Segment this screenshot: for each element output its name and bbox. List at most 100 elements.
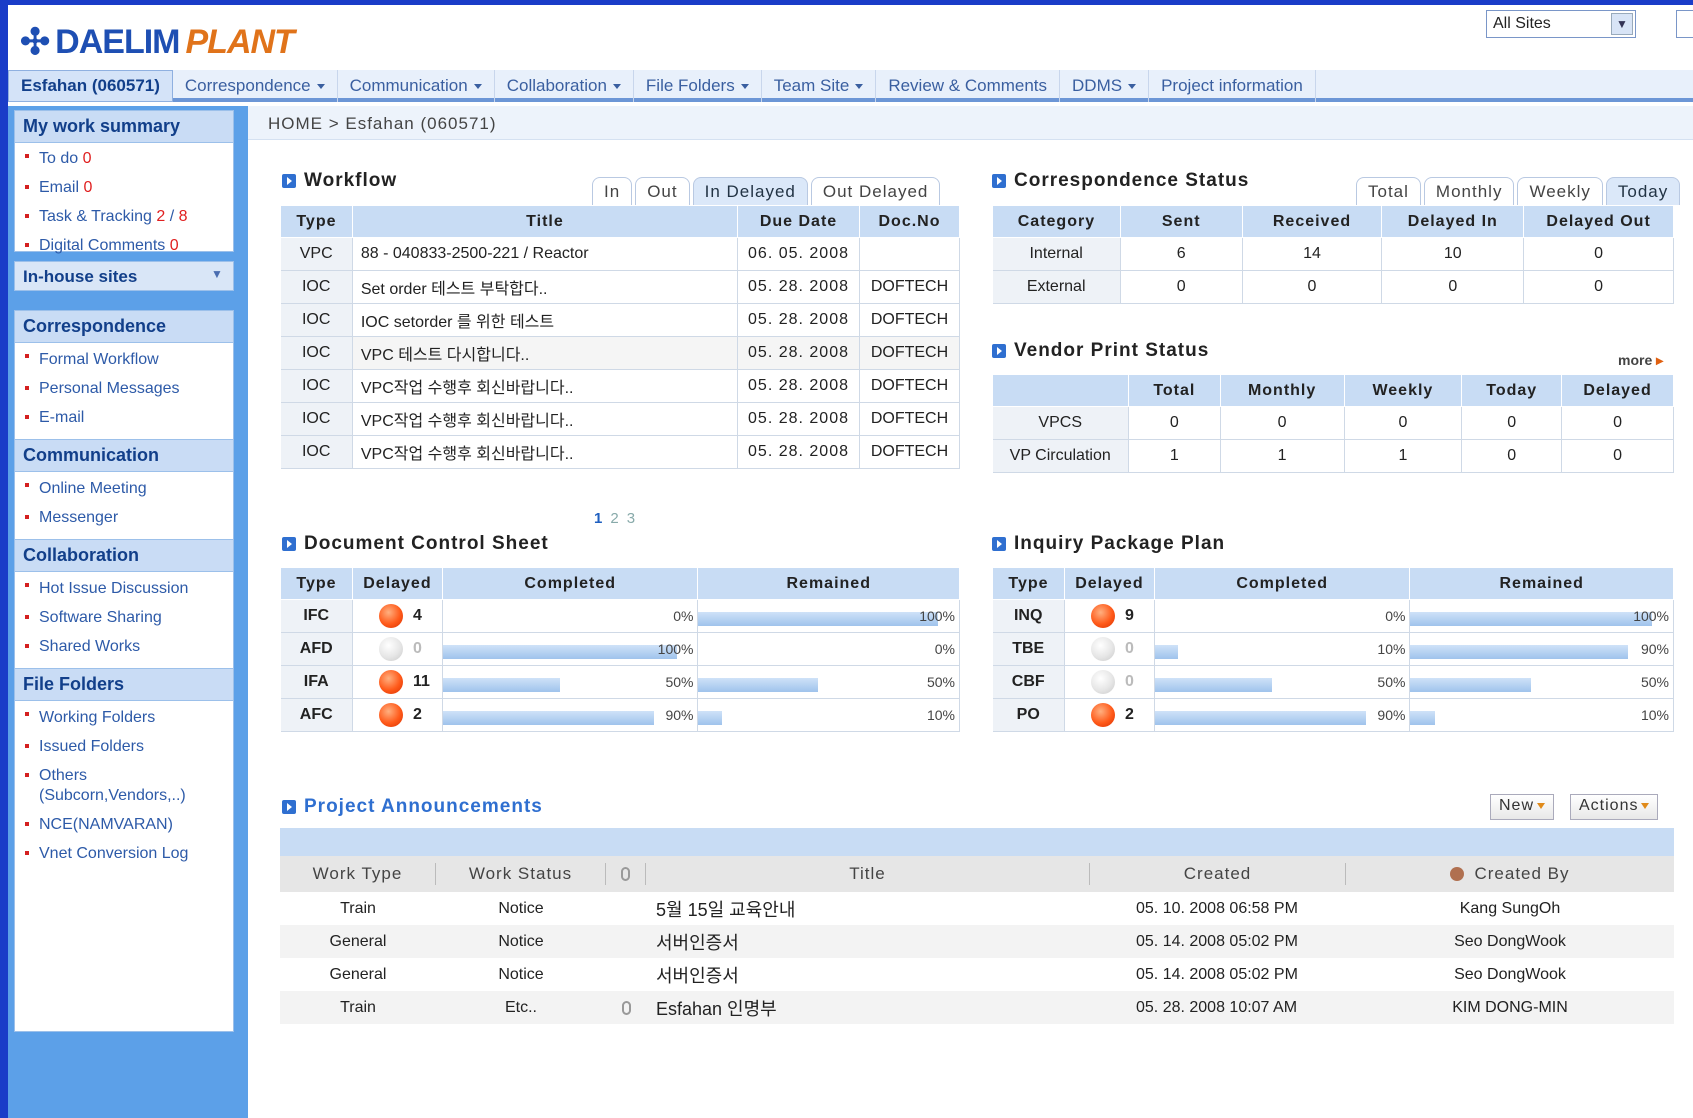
announcement-row[interactable]: Train Etc.. Esfahan 인명부 05. 28. 2008 10:07 … [280,991,1674,1024]
sidebar-item[interactable]: Formal Workflow [15,343,233,375]
table-row[interactable]: AFC 2 90% 10% [280,698,960,732]
todo-link[interactable]: To do 0 [15,143,233,174]
vendor-status-cell[interactable]: 0 [1561,439,1674,473]
ann-title[interactable]: 서버인증서 [646,925,1090,958]
tab-today[interactable]: Today [1605,177,1681,205]
topnav-tab-4[interactable]: File Folders [634,70,762,102]
attachment-icon[interactable] [621,1000,631,1015]
inhouse-sites-select[interactable]: In-house sites ▼ [14,261,234,291]
tab-out-delayed[interactable]: Out Delayed [810,177,941,205]
workflow-cell[interactable]: VPC작업 수행후 회신바랍니다.. [352,402,739,436]
topnav-tab-3[interactable]: Collaboration [495,70,634,102]
corr-status-cell[interactable]: 6 [1120,237,1243,271]
more-link[interactable]: more ▸ [1618,352,1663,369]
table-row[interactable]: IOC VPC작업 수행후 회신바랍니다.. 05. 28. 2008 DOFTECH [280,369,960,403]
vendor-status-cell[interactable]: 0 [1128,406,1221,440]
task-tracking-link[interactable]: Task & Tracking 2 / 8 [15,203,233,232]
logo[interactable]: ✣ DAELIM PLANT [20,21,295,63]
topnav-tab-1[interactable]: Correspondence [173,70,338,102]
sidebar-section-correspondence[interactable]: Correspondence [15,311,233,343]
chevron-down-icon[interactable]: ▼ [207,267,227,285]
vendor-status-cell[interactable]: 0 [1461,439,1563,473]
site-select[interactable]: All Sites ▼ [1486,10,1636,38]
tab-monthly[interactable]: Monthly [1423,177,1515,205]
tab-out[interactable]: Out [635,177,690,205]
actions-button[interactable]: Actions [1570,794,1659,820]
tab-weekly[interactable]: Weekly [1517,177,1603,205]
table-row[interactable]: IFA 11 50% 50% [280,665,960,699]
workflow-cell[interactable]: 88 - 040833-2500-221 / Reactor [352,237,739,271]
page-link[interactable]: 3 [627,510,635,527]
sidebar-item[interactable]: Shared Works [15,633,233,662]
table-row[interactable]: AFD 0 100% 0% [280,632,960,666]
table-row[interactable]: IFC 4 0% 100% [280,599,960,633]
page-link[interactable]: 1 [594,510,602,527]
workflow-cell[interactable]: VPC 테스트 다시합니다.. [352,336,739,370]
corr-status-cell[interactable]: 0 [1242,270,1383,304]
table-row[interactable]: INQ 9 0% 100% [992,599,1674,633]
table-row[interactable]: IOC Set order 테스트 부탁합다.. 05. 28. 2008 DOFTE… [280,270,960,304]
sidebar-item[interactable]: Hot Issue Discussion [15,572,233,604]
vendor-status-cell[interactable]: 0 [1461,406,1563,440]
sidebar-item[interactable]: E-mail [15,404,233,433]
table-row[interactable]: IOC VPC작업 수행후 회신바랍니다.. 05. 28. 2008 DOFTECH [280,435,960,469]
sidebar-item[interactable]: Messenger [15,504,233,533]
table-row[interactable]: IOC VPC 테스트 다시합니다.. 05. 28. 2008 DOFTECH [280,336,960,370]
sidebar-item[interactable]: Software Sharing [15,604,233,633]
announcement-row[interactable]: Train Notice 5월 15일 교육안내 05. 10. 2008 06:58… [280,892,1674,925]
table-row[interactable]: TBE 0 10% 90% [992,632,1674,666]
table-row[interactable]: CBF 0 50% 50% [992,665,1674,699]
table-row[interactable]: PO 2 90% 10% [992,698,1674,732]
vendor-status-cell[interactable]: 0 [1344,406,1463,440]
topnav-tab-7[interactable]: DDMS [1060,70,1150,102]
vendor-status-cell[interactable]: 1 [1220,439,1345,473]
digital-comments-link[interactable]: Digital Comments 0 [15,232,233,261]
workflow-cell[interactable]: IOC setorder 를 위한 테스트 [352,303,739,337]
topnav-tab-8[interactable]: Project information [1149,70,1316,102]
corr-status-cell[interactable]: 0 [1523,237,1674,271]
sidebar-item[interactable]: Working Folders [15,701,233,733]
page-link[interactable]: 2 [610,510,618,527]
workflow-cell[interactable]: VPC작업 수행후 회신바랍니다.. [352,435,739,469]
topnav-tab-2[interactable]: Communication [338,70,495,102]
ann-title[interactable]: Esfahan 인명부 [646,991,1090,1024]
corr-status-cell[interactable]: 0 [1120,270,1243,304]
corr-status-cell[interactable]: 14 [1242,237,1383,271]
ann-title[interactable]: 서버인증서 [646,958,1090,991]
sidebar-item[interactable]: Others (Subcorn,Vendors,..) [15,762,233,811]
vendor-status-cell[interactable]: 0 [1220,406,1345,440]
new-button[interactable]: New [1490,794,1555,820]
sidebar-item[interactable]: Online Meeting [15,472,233,504]
corr-status-cell[interactable]: 10 [1381,237,1525,271]
email-link[interactable]: Email 0 [15,174,233,203]
announcement-row[interactable]: General Notice 서버인증서 05. 14. 2008 05:02 PM S… [280,925,1674,958]
tab-in[interactable]: In [592,177,633,205]
sidebar-section-communication[interactable]: Communication [15,439,233,472]
workflow-cell[interactable]: Set order 테스트 부탁합다.. [352,270,739,304]
tab-total[interactable]: Total [1356,177,1421,205]
vendor-status-cell[interactable]: 0 [1561,406,1674,440]
sidebar-section-collaboration[interactable]: Collaboration [15,539,233,572]
topnav-tab-5[interactable]: Team Site [762,70,877,102]
vendor-status-cell[interactable]: 1 [1128,439,1221,473]
search-field[interactable] [1676,10,1693,38]
announcement-row[interactable]: General Notice 서버인증서 05. 14. 2008 05:02 PM S… [280,958,1674,991]
sidebar-item[interactable]: Vnet Conversion Log [15,840,233,869]
table-row[interactable]: IOC VPC작업 수행후 회신바랍니다.. 05. 28. 2008 DOFTECH [280,402,960,436]
topnav-tab-6[interactable]: Review & Comments [876,70,1061,102]
table-row[interactable]: IOC IOC setorder 를 위한 테스트 05. 28. 2008 DOFT… [280,303,960,337]
sidebar-item[interactable]: Personal Messages [15,375,233,404]
sidebar-item[interactable]: Issued Folders [15,733,233,762]
chevron-down-icon[interactable]: ▼ [1611,13,1633,35]
ann-title[interactable]: 5월 15일 교육안내 [646,892,1090,925]
topnav-tab-0[interactable]: Esfahan (060571) [8,70,173,102]
vendor-status-cell[interactable]: 1 [1344,439,1463,473]
workflow-cell[interactable]: VPC작업 수행후 회신바랍니다.. [352,369,739,403]
table-row[interactable]: VPC 88 - 040833-2500-221 / Reactor 06. 05.… [280,237,960,271]
sidebar-section-file_folders[interactable]: File Folders [15,668,233,701]
corr-status-cell[interactable]: 0 [1523,270,1674,304]
corr-status-cell[interactable]: 0 [1381,270,1525,304]
sidebar-item[interactable]: NCE(NAMVARAN) [15,811,233,840]
vendor-status-cell: VPCS [992,406,1129,440]
tab-in-delayed[interactable]: In Delayed [692,177,808,205]
